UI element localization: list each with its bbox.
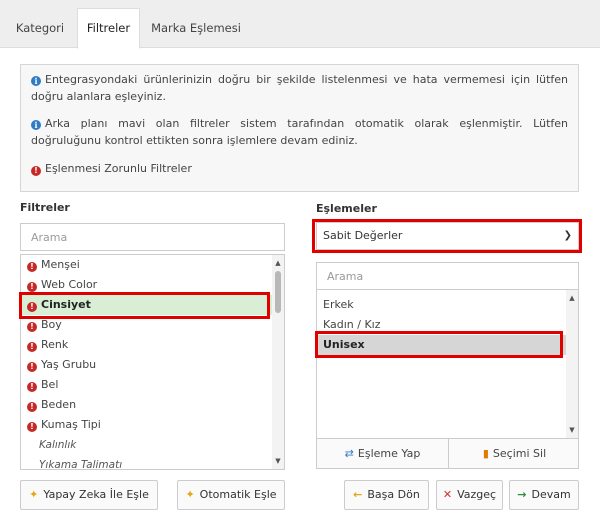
info-icon: i <box>31 76 41 86</box>
filter-item-kalinlik[interactable]: Kalınlık <box>21 435 274 455</box>
scroll-down-arrow-icon[interactable]: ▼ <box>566 424 578 436</box>
info-panel: i Entegrasyondaki ürünlerinizin doğru bir… <box>20 64 579 192</box>
filters-list: ! Menşei ! Web Color ! Cinsiyet ! Boy ! Renk … <box>20 254 285 470</box>
swap-arrows-icon: ⇄ <box>344 447 354 460</box>
info-line-3: ! Eşlenmesi Zorunlu Filtreler <box>31 160 568 177</box>
arrow-right-icon: → <box>517 488 527 501</box>
scroll-thumb[interactable] <box>275 271 281 313</box>
exclamation-icon: ! <box>27 342 37 352</box>
info-text-3: Eşlenmesi Zorunlu Filtreler <box>45 162 192 175</box>
exclamation-icon: ! <box>31 166 41 176</box>
highlight-frame-select <box>312 219 582 253</box>
mappings-list: Erkek Kadın / Kız Unisex ▲ ▼ <box>316 289 579 439</box>
filter-item-beden[interactable]: ! Beden <box>21 395 274 415</box>
ai-match-label: Yapay Zeka İle Eşle <box>43 488 149 501</box>
mappings-heading: Eşlemeler <box>316 202 377 215</box>
magic-wand-icon: ✦ <box>29 488 39 501</box>
filter-item-kumas-tipi[interactable]: ! Kumaş Tipi <box>21 415 274 435</box>
mappings-search-input[interactable] <box>316 262 579 290</box>
filters-heading: Filtreler <box>20 201 70 214</box>
info-icon: i <box>31 120 41 130</box>
trash-icon: ▮ <box>482 447 489 460</box>
filter-item-label: Beden <box>41 398 77 411</box>
mappings-scrollbar[interactable]: ▲ ▼ <box>566 290 578 438</box>
tab-marka-eslemesi[interactable]: Marka Eşlemesi <box>146 8 246 48</box>
highlight-frame-unisex <box>315 331 563 358</box>
cancel-button[interactable]: ✕ Vazgeç <box>436 480 503 510</box>
tab-kategori[interactable]: Kategori <box>8 8 72 48</box>
map-button-label: Eşleme Yap <box>357 447 421 460</box>
tab-filtreler[interactable]: Filtreler <box>77 8 140 49</box>
mappings-action-bar: ⇄ Eşleme Yap ▮ Seçimi Sil <box>316 439 579 469</box>
auto-match-label: Otomatik Eşle <box>199 488 277 501</box>
filters-scrollbar[interactable]: ▲ ▼ <box>272 255 284 469</box>
close-icon: ✕ <box>442 488 453 501</box>
info-text-1: Entegrasyondaki ürünlerinizin doğru bir … <box>31 73 568 103</box>
continue-label: Devam <box>531 488 571 501</box>
filter-item-renk[interactable]: ! Renk <box>21 335 274 355</box>
tab-bar: Kategori Filtreler Marka Eşlemesi <box>0 0 600 49</box>
cancel-label: Vazgeç <box>457 488 497 501</box>
filter-item-label: Menşei <box>41 258 80 271</box>
back-label: Başa Dön <box>367 488 420 501</box>
info-text-2: Arka planı mavi olan filtreler sistem ta… <box>31 117 568 147</box>
filter-item-yikama-talimati[interactable]: Yıkama Talimatı <box>21 455 274 469</box>
clear-selection-button[interactable]: ▮ Seçimi Sil <box>449 439 580 469</box>
highlight-frame-cinsiyet <box>19 292 270 319</box>
auto-match-button[interactable]: ✦ Otomatik Eşle <box>177 480 285 510</box>
filter-item-label: Kumaş Tipi <box>41 418 101 431</box>
info-line-2: i Arka planı mavi olan filtreler sistem t… <box>31 115 568 149</box>
mapping-item-erkek[interactable]: Erkek <box>317 295 566 315</box>
scroll-up-arrow-icon[interactable]: ▲ <box>272 257 284 269</box>
filter-item-label: Renk <box>41 338 69 351</box>
filter-item-mensei[interactable]: ! Menşei <box>21 255 274 275</box>
arrow-left-icon: ← <box>353 488 363 501</box>
exclamation-icon: ! <box>27 262 37 272</box>
exclamation-icon: ! <box>27 402 37 412</box>
filter-item-yas-grubu[interactable]: ! Yaş Grubu <box>21 355 274 375</box>
ai-match-button[interactable]: ✦ Yapay Zeka İle Eşle <box>20 480 158 510</box>
clear-selection-label: Seçimi Sil <box>492 447 547 460</box>
info-line-1: i Entegrasyondaki ürünlerinizin doğru bir… <box>31 71 568 105</box>
scroll-down-arrow-icon[interactable]: ▼ <box>272 455 284 467</box>
continue-button[interactable]: → Devam <box>509 480 579 510</box>
filter-item-label: Boy <box>41 318 62 331</box>
filter-item-bel[interactable]: ! Bel <box>21 375 274 395</box>
filters-search-input[interactable] <box>20 223 285 251</box>
exclamation-icon: ! <box>27 322 37 332</box>
filter-item-label: Bel <box>41 378 59 391</box>
filter-item-label: Yaş Grubu <box>41 358 97 371</box>
exclamation-icon: ! <box>27 282 37 292</box>
scroll-up-arrow-icon[interactable]: ▲ <box>566 292 578 304</box>
exclamation-icon: ! <box>27 382 37 392</box>
exclamation-icon: ! <box>27 362 37 372</box>
map-button[interactable]: ⇄ Eşleme Yap <box>317 439 449 469</box>
back-to-start-button[interactable]: ← Başa Dön <box>344 480 429 510</box>
exclamation-icon: ! <box>27 422 37 432</box>
magic-wand-icon: ✦ <box>185 488 195 501</box>
filter-item-label: Web Color <box>41 278 98 291</box>
